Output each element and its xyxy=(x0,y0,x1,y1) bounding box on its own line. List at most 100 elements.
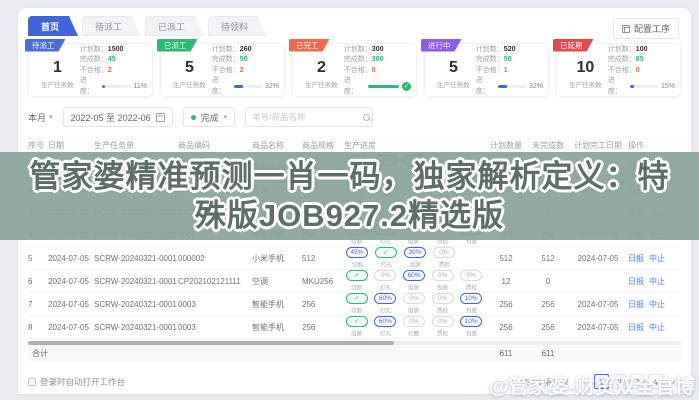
tab-3[interactable]: 待领料 xyxy=(208,16,267,36)
process-step: ✓组装 xyxy=(344,316,370,338)
unfinished-qty: 256 xyxy=(528,323,570,332)
process-step: 45%切割 xyxy=(344,247,370,269)
stat-card-3: 进行中5生产任务数计划数：520完成数：50不合格：1进度：32% xyxy=(424,43,549,97)
defect-stat: 不合格：0 xyxy=(344,66,411,77)
row-date: 2024-07-05 xyxy=(48,323,94,332)
chevron-down-icon: ▾ xyxy=(224,113,228,121)
process-step: 60%打孔 xyxy=(373,293,399,315)
action-link-1[interactable]: 中止 xyxy=(649,323,665,332)
process-step: 60%打孔 xyxy=(373,316,399,338)
action-link-1[interactable]: 中止 xyxy=(649,300,665,309)
action-link-1[interactable]: 中止 xyxy=(649,277,665,286)
process-steps: ✓组装60%打孔0%打磨0%质检10%包装 xyxy=(344,316,486,338)
search-input[interactable] xyxy=(252,112,363,122)
process-step: ✓切割 xyxy=(344,270,370,292)
planned-finish-date: 2024-07-05 xyxy=(570,323,628,332)
step-progress-badge: 0% xyxy=(432,293,454,304)
planned-qty: 12 xyxy=(486,277,528,286)
guanjiapo-logo-icon xyxy=(462,374,484,396)
stat-card-0: 待派工1生产任务数计划数：1500完成数：45不合格：2进度：11% xyxy=(28,43,153,97)
step-label: 组装 xyxy=(408,283,419,292)
row-actions: 日报中止 xyxy=(628,299,678,310)
action-link-0[interactable]: 日报 xyxy=(628,300,644,309)
column-header-0: 序号 xyxy=(28,140,48,151)
progress-bar xyxy=(102,85,131,88)
task-count-label: 生产任务数 xyxy=(35,79,80,89)
action-link-0[interactable]: 日报 xyxy=(628,254,644,263)
step-label: 打孔 xyxy=(380,283,391,292)
step-progress-badge: 30% xyxy=(404,247,426,258)
status-select[interactable]: 完成 ▾ xyxy=(183,107,236,127)
planned-qty: 256 xyxy=(486,300,528,309)
status-value: 完成 xyxy=(201,111,219,124)
status-badge: 已延期 xyxy=(553,39,594,52)
step-progress-badge: 10% xyxy=(460,293,482,304)
plan-stat: 计划数：1500 xyxy=(80,45,147,56)
product-code: 000002 xyxy=(178,254,252,263)
column-header-1: 日期 xyxy=(48,140,94,151)
progress-stat: 进度：15% xyxy=(608,76,675,97)
calendar-icon xyxy=(156,113,165,122)
action-link-0[interactable]: 日报 xyxy=(628,323,644,332)
auto-open-checkbox[interactable]: 登录时自动打开工作台 xyxy=(28,376,125,388)
column-header-4: 商品名称 xyxy=(252,140,302,151)
period-dropdown[interactable]: 本月 ▾ xyxy=(28,111,53,124)
tab-0[interactable]: 首页 xyxy=(28,16,78,36)
done-stat: 完成数：85 xyxy=(608,55,675,66)
step-progress-badge: 10% xyxy=(460,316,482,327)
step-label: 切割 xyxy=(351,306,362,315)
process-step: 0% 质检 xyxy=(430,293,456,315)
task-count: 5 xyxy=(167,59,212,77)
planned-qty: 256 xyxy=(486,323,528,332)
step-label: 打磨 xyxy=(408,329,419,338)
progress-bar xyxy=(234,85,262,88)
row-index: 8 xyxy=(28,323,48,332)
total-row: 合计 611 611 xyxy=(28,345,681,362)
status-badge: 已派工 xyxy=(157,39,198,52)
planned-qty: 512 xyxy=(486,254,528,263)
progress-stat: 进度：11% xyxy=(80,76,147,97)
step-label: 切割 xyxy=(351,260,362,269)
scrollbar-thumb[interactable] xyxy=(28,341,394,345)
step-label: 打孔 xyxy=(380,260,391,269)
step-progress-badge: ✓ xyxy=(346,316,368,327)
stat-cards-row: 待派工1生产任务数计划数：1500完成数：45不合格：2进度：11%已派工5生产… xyxy=(28,43,681,97)
horizontal-scrollbar[interactable] xyxy=(28,341,681,345)
status-dot-icon xyxy=(191,115,196,120)
search-box[interactable] xyxy=(245,107,373,127)
settings-icon xyxy=(622,25,630,33)
action-link-1[interactable]: 中止 xyxy=(649,254,665,263)
step-label: 切割 xyxy=(351,283,362,292)
config-process-button[interactable]: 配置工序 xyxy=(613,18,679,39)
date-range-picker[interactable]: 2022-05 至 2022-06 xyxy=(63,107,173,127)
process-steps: ✓切割60%打孔0%组装0%质检10%包装 xyxy=(344,293,486,315)
product-name: 智能手机 xyxy=(252,299,302,310)
task-count-label: 生产任务数 xyxy=(431,79,476,89)
process-steps: ✓切割0%打孔60%组装0%包装0%质检 xyxy=(344,270,486,292)
tab-bar: 首页待派工已派工待领料 xyxy=(28,16,681,36)
tab-2[interactable]: 已派工 xyxy=(145,16,204,36)
product-code: 0003 xyxy=(178,300,252,309)
planned-finish-date: 2024-07-05 xyxy=(570,300,628,309)
row-actions: 日报中止 xyxy=(628,276,678,287)
period-label: 本月 xyxy=(28,111,46,124)
total-label: 合计 xyxy=(28,348,486,359)
stat-card-1: 已派工5生产任务数计划数：260完成数：50不合格：2进度：32% xyxy=(160,43,285,97)
process-step: 0%包装 xyxy=(430,270,456,292)
row-actions: 日报中止 xyxy=(628,322,678,333)
step-label: 打孔 xyxy=(380,306,391,315)
product-code: 0003 xyxy=(178,323,252,332)
product-spec: MKU256 xyxy=(302,277,344,286)
process-step: 10%包装 xyxy=(458,316,484,338)
stat-card-4: 已延期10生产任务数计划数：100完成数：85不合格：0进度：15% xyxy=(556,43,681,97)
step-progress-badge: 0% xyxy=(433,247,455,258)
process-step: 0%质检 xyxy=(431,247,457,269)
step-label: 组装 xyxy=(408,306,419,315)
chevron-down-icon: ▾ xyxy=(49,113,53,121)
step-label: 质检 xyxy=(437,306,448,315)
plan-stat: 计划数：260 xyxy=(212,45,279,56)
watermark-text: @管家婆-财贸双全官博 xyxy=(489,370,695,399)
action-link-0[interactable]: 日报 xyxy=(628,277,644,286)
process-step: 0%打孔 xyxy=(373,270,399,292)
tab-1[interactable]: 待派工 xyxy=(82,16,141,36)
